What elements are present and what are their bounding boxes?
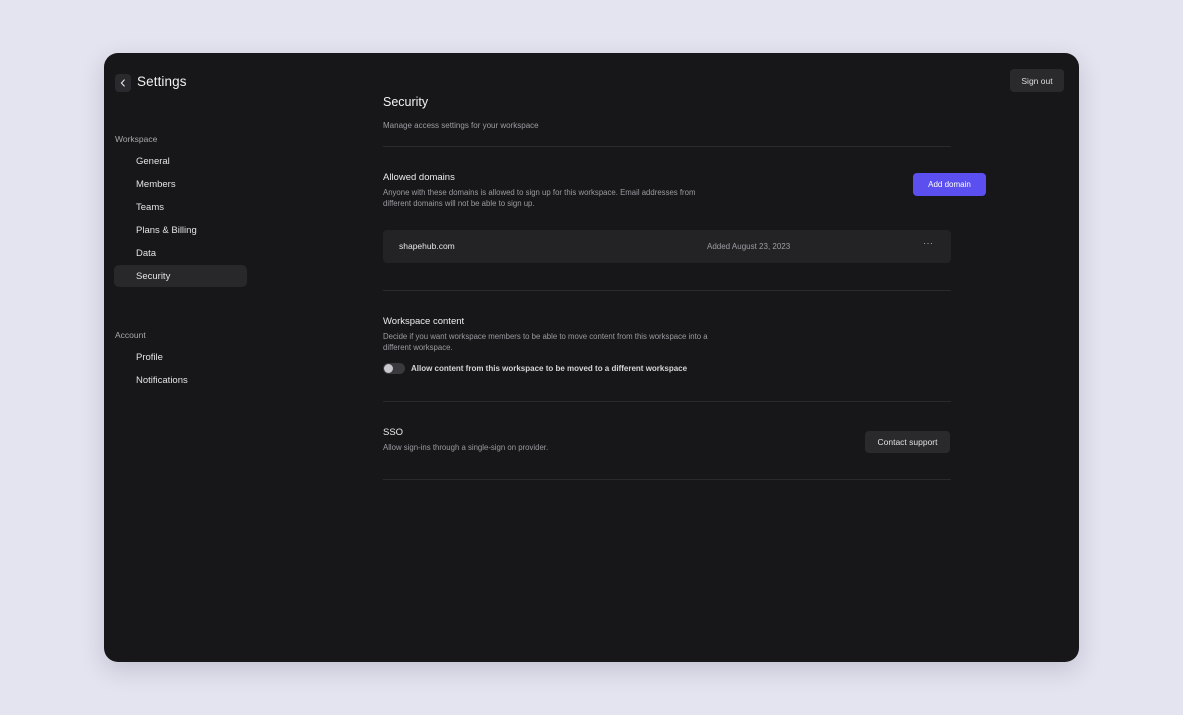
- page-subtitle: Manage access settings for your workspac…: [383, 121, 539, 130]
- workspace-section-label: Workspace: [115, 134, 158, 144]
- allowed-domains-title: Allowed domains: [383, 172, 455, 183]
- sidebar-item-general[interactable]: General: [114, 150, 247, 172]
- sidebar-item-profile[interactable]: Profile: [114, 346, 247, 368]
- add-domain-button[interactable]: Add domain: [913, 173, 986, 196]
- divider: [383, 479, 951, 480]
- sso-title: SSO: [383, 427, 404, 438]
- allowed-domains-desc-line2: different domains will not be able to si…: [383, 199, 535, 208]
- divider: [383, 401, 951, 402]
- account-section-label: Account: [115, 330, 146, 340]
- divider: [383, 146, 951, 147]
- back-button[interactable]: [115, 74, 131, 92]
- sso-desc: Allow sign-ins through a single-sign on …: [383, 443, 549, 452]
- move-content-toggle-label: Allow content from this workspace to be …: [411, 364, 688, 373]
- domain-row: shapehub.com Added August 23, 2023 ···: [383, 230, 951, 263]
- workspace-content-desc-line1: Decide if you want workspace members to …: [383, 332, 708, 341]
- more-options-icon[interactable]: ···: [923, 238, 934, 248]
- sign-out-button[interactable]: Sign out: [1010, 69, 1064, 92]
- sidebar-item-plans-billing[interactable]: Plans & Billing: [114, 219, 247, 241]
- allowed-domains-desc-line1: Anyone with these domains is allowed to …: [383, 188, 696, 197]
- sidebar: Settings Workspace General Members Teams…: [104, 53, 254, 662]
- domain-name: shapehub.com: [399, 241, 455, 251]
- workspace-content-desc-line2: different workspace.: [383, 343, 453, 352]
- move-content-toggle[interactable]: [383, 363, 405, 374]
- sidebar-item-data[interactable]: Data: [114, 242, 247, 264]
- sidebar-item-security[interactable]: Security: [114, 265, 247, 287]
- contact-support-button[interactable]: Contact support: [865, 431, 950, 453]
- security-panel: Security Manage access settings for your…: [383, 53, 986, 662]
- settings-window: Settings Workspace General Members Teams…: [104, 53, 1079, 662]
- sidebar-item-notifications[interactable]: Notifications: [114, 369, 247, 391]
- domain-added-date: Added August 23, 2023: [707, 242, 791, 251]
- sidebar-item-members[interactable]: Members: [114, 173, 247, 195]
- divider: [383, 290, 951, 291]
- toggle-knob: [384, 364, 393, 373]
- chevron-left-icon: [120, 79, 125, 87]
- workspace-content-title: Workspace content: [383, 316, 465, 327]
- sidebar-item-teams[interactable]: Teams: [114, 196, 247, 218]
- page-title: Security: [383, 95, 429, 109]
- settings-title: Settings: [137, 74, 187, 89]
